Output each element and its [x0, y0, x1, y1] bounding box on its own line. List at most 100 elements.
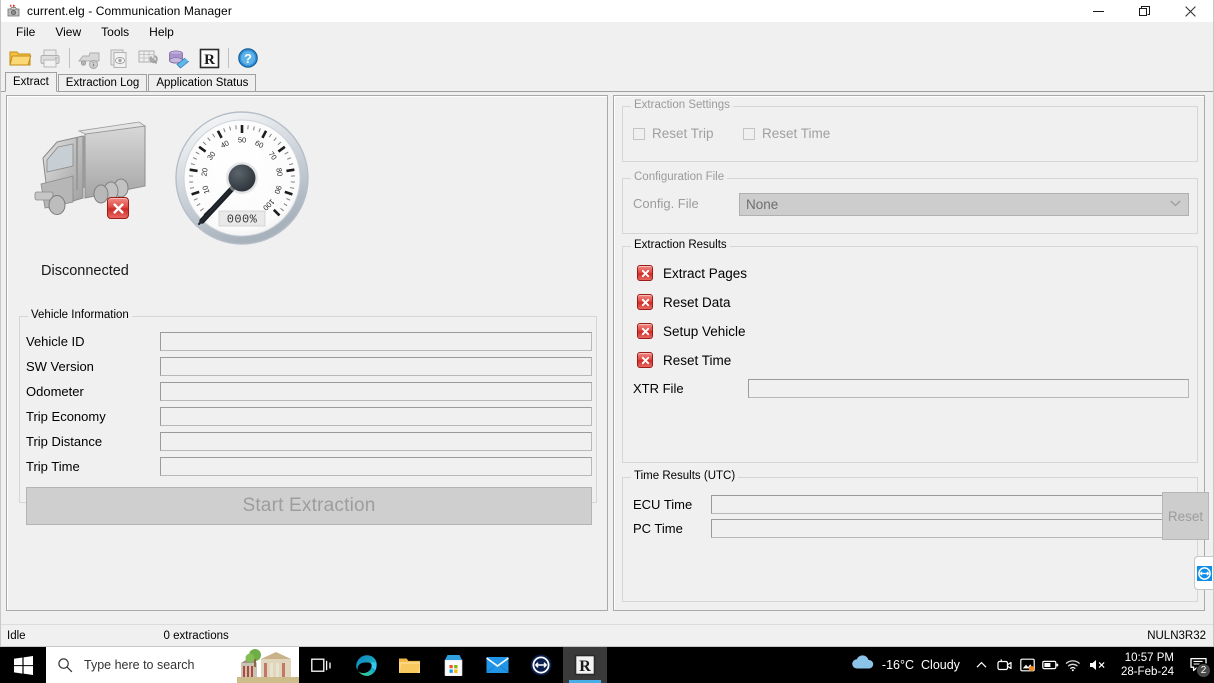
svg-text:R: R [204, 52, 215, 68]
time-results-title: Time Results (UTC) [631, 470, 739, 482]
svg-text:50: 50 [238, 136, 246, 145]
xtr-file-row: XTR File [633, 379, 1189, 398]
status-bar: Idle 0 extractions NULN3R32 [1, 624, 1213, 646]
sw-version-field[interactable] [160, 357, 592, 376]
ecu-time-field[interactable] [711, 494, 1163, 514]
truck-info-icon[interactable] [75, 44, 103, 72]
trip-economy-row: Trip Economy [26, 404, 592, 429]
reset-time-label: Reset Time [762, 126, 831, 141]
search-decoration-image [237, 647, 299, 683]
search-placeholder: Type here to search [84, 658, 195, 672]
vehicle-information-group: Vehicle Information Vehicle ID SW Versio… [19, 309, 597, 525]
config-file-select[interactable]: None [739, 193, 1189, 216]
print-icon[interactable] [36, 44, 64, 72]
trip-distance-field[interactable] [160, 432, 592, 451]
menu-view[interactable]: View [46, 23, 90, 41]
mail-icon[interactable] [475, 647, 519, 683]
result-reset-time-label: Reset Time [663, 352, 732, 368]
start-extraction-button[interactable]: Start Extraction [26, 487, 592, 525]
sw-version-row: SW Version [26, 354, 592, 379]
minimize-button[interactable] [1075, 0, 1121, 22]
taskbar: Type here to search R -16°C Cloudy 10:57… [0, 647, 1214, 683]
svg-text:R: R [579, 658, 591, 675]
tab-extraction-log[interactable]: Extraction Log [57, 74, 148, 92]
trip-economy-label: Trip Economy [26, 409, 106, 424]
svg-text:?: ? [244, 51, 252, 66]
ecu-time-row: ECU Time [633, 492, 1163, 516]
sw-version-label: SW Version [26, 359, 94, 374]
trip-economy-field[interactable] [160, 407, 592, 426]
extraction-results-title: Extraction Results [631, 239, 730, 251]
config-file-selected-value: None [746, 197, 779, 212]
menu-file[interactable]: File [7, 23, 44, 41]
menu-help[interactable]: Help [140, 23, 183, 41]
teamviewer-side-tab[interactable] [1194, 556, 1213, 590]
reset-time-checkbox[interactable]: Reset Time [743, 126, 830, 141]
window-title: current.elg - Communication Manager [27, 4, 232, 18]
pc-time-label: PC Time [633, 520, 683, 536]
reset-time-button[interactable]: Reset [1162, 492, 1209, 540]
svg-text:20: 20 [199, 167, 209, 177]
reset-time-checkbox-box[interactable] [743, 127, 755, 140]
extraction-results-group: Extraction Results Extract Pages Reset D… [622, 239, 1198, 463]
document-view-icon[interactable] [105, 44, 133, 72]
help-icon[interactable]: ? [234, 44, 262, 72]
svg-text:000%: 000% [227, 213, 258, 227]
weather-widget[interactable]: -16°C Cloudy [845, 655, 970, 675]
clock-date: 28-Feb-24 [1120, 666, 1174, 678]
teamviewer-icon[interactable] [519, 647, 563, 683]
start-button[interactable] [0, 647, 46, 683]
pc-time-row: PC Time [633, 516, 1163, 540]
extraction-settings-group: Extraction Settings Reset Trip Reset Tim… [622, 99, 1198, 162]
tab-content-extract: 10 20 30 40 50 60 70 80 90 100 000% Disconnected [1, 92, 1213, 635]
maximize-restore-button[interactable] [1121, 0, 1167, 22]
open-file-icon[interactable] [6, 44, 34, 72]
show-hidden-icons-chevron-icon[interactable] [970, 647, 993, 683]
vehicle-id-label: Vehicle ID [26, 334, 85, 349]
file-explorer-icon[interactable] [387, 647, 431, 683]
tab-application-status[interactable]: Application Status [148, 74, 257, 92]
ecu-time-label: ECU Time [633, 496, 693, 512]
result-setup-vehicle-label: Setup Vehicle [663, 323, 746, 339]
application-window: current.elg - Communication Manager File… [0, 0, 1214, 647]
r-logo-icon[interactable]: R [195, 44, 223, 72]
wifi-tray-icon[interactable] [1062, 647, 1085, 683]
xtr-file-field[interactable] [748, 379, 1189, 398]
configuration-file-title: Configuration File [631, 171, 728, 183]
action-center-button[interactable]: 2 [1183, 647, 1214, 683]
odometer-field[interactable] [160, 382, 592, 401]
database-connect-icon[interactable] [165, 44, 193, 72]
pc-time-field[interactable] [711, 518, 1163, 538]
vehicle-id-field[interactable] [160, 332, 592, 351]
search-box[interactable]: Type here to search [46, 647, 299, 683]
result-reset-time: Reset Time [637, 352, 731, 368]
app-camera-icon [6, 3, 22, 19]
table-settings-icon[interactable] [135, 44, 163, 72]
battery-tray-icon[interactable] [1039, 647, 1062, 683]
task-view-icon[interactable] [299, 647, 343, 683]
svg-text:80: 80 [274, 167, 284, 177]
menu-tools[interactable]: Tools [92, 23, 138, 41]
tab-extract[interactable]: Extract [5, 72, 57, 92]
system-tray: -16°C Cloudy 10:57 PM 28-Feb-24 2 [845, 647, 1214, 683]
microsoft-edge-icon[interactable] [343, 647, 387, 683]
odometer-row: Odometer [26, 379, 592, 404]
connection-status-label: Disconnected [41, 263, 129, 279]
camera-tray-icon[interactable] [993, 647, 1016, 683]
error-x-icon [637, 265, 653, 281]
percentage-gauge: 10 20 30 40 50 60 70 80 90 100 000% [172, 108, 312, 253]
result-reset-data-label: Reset Data [663, 294, 731, 310]
reset-trip-checkbox[interactable]: Reset Trip [633, 126, 714, 141]
close-button[interactable] [1167, 0, 1213, 22]
left-panel: 10 20 30 40 50 60 70 80 90 100 000% Disconnected [6, 95, 608, 611]
truck-illustration [27, 112, 157, 222]
screen-share-tray-icon[interactable] [1016, 647, 1039, 683]
clock[interactable]: 10:57 PM 28-Feb-24 [1112, 651, 1183, 679]
trip-time-field[interactable] [160, 457, 592, 476]
reset-trip-checkbox-box[interactable] [633, 127, 645, 140]
result-extract-pages: Extract Pages [637, 265, 747, 281]
volume-muted-tray-icon[interactable] [1085, 647, 1112, 683]
communication-manager-icon[interactable]: R [563, 647, 607, 683]
microsoft-store-icon[interactable] [431, 647, 475, 683]
extraction-settings-title: Extraction Settings [631, 99, 733, 111]
